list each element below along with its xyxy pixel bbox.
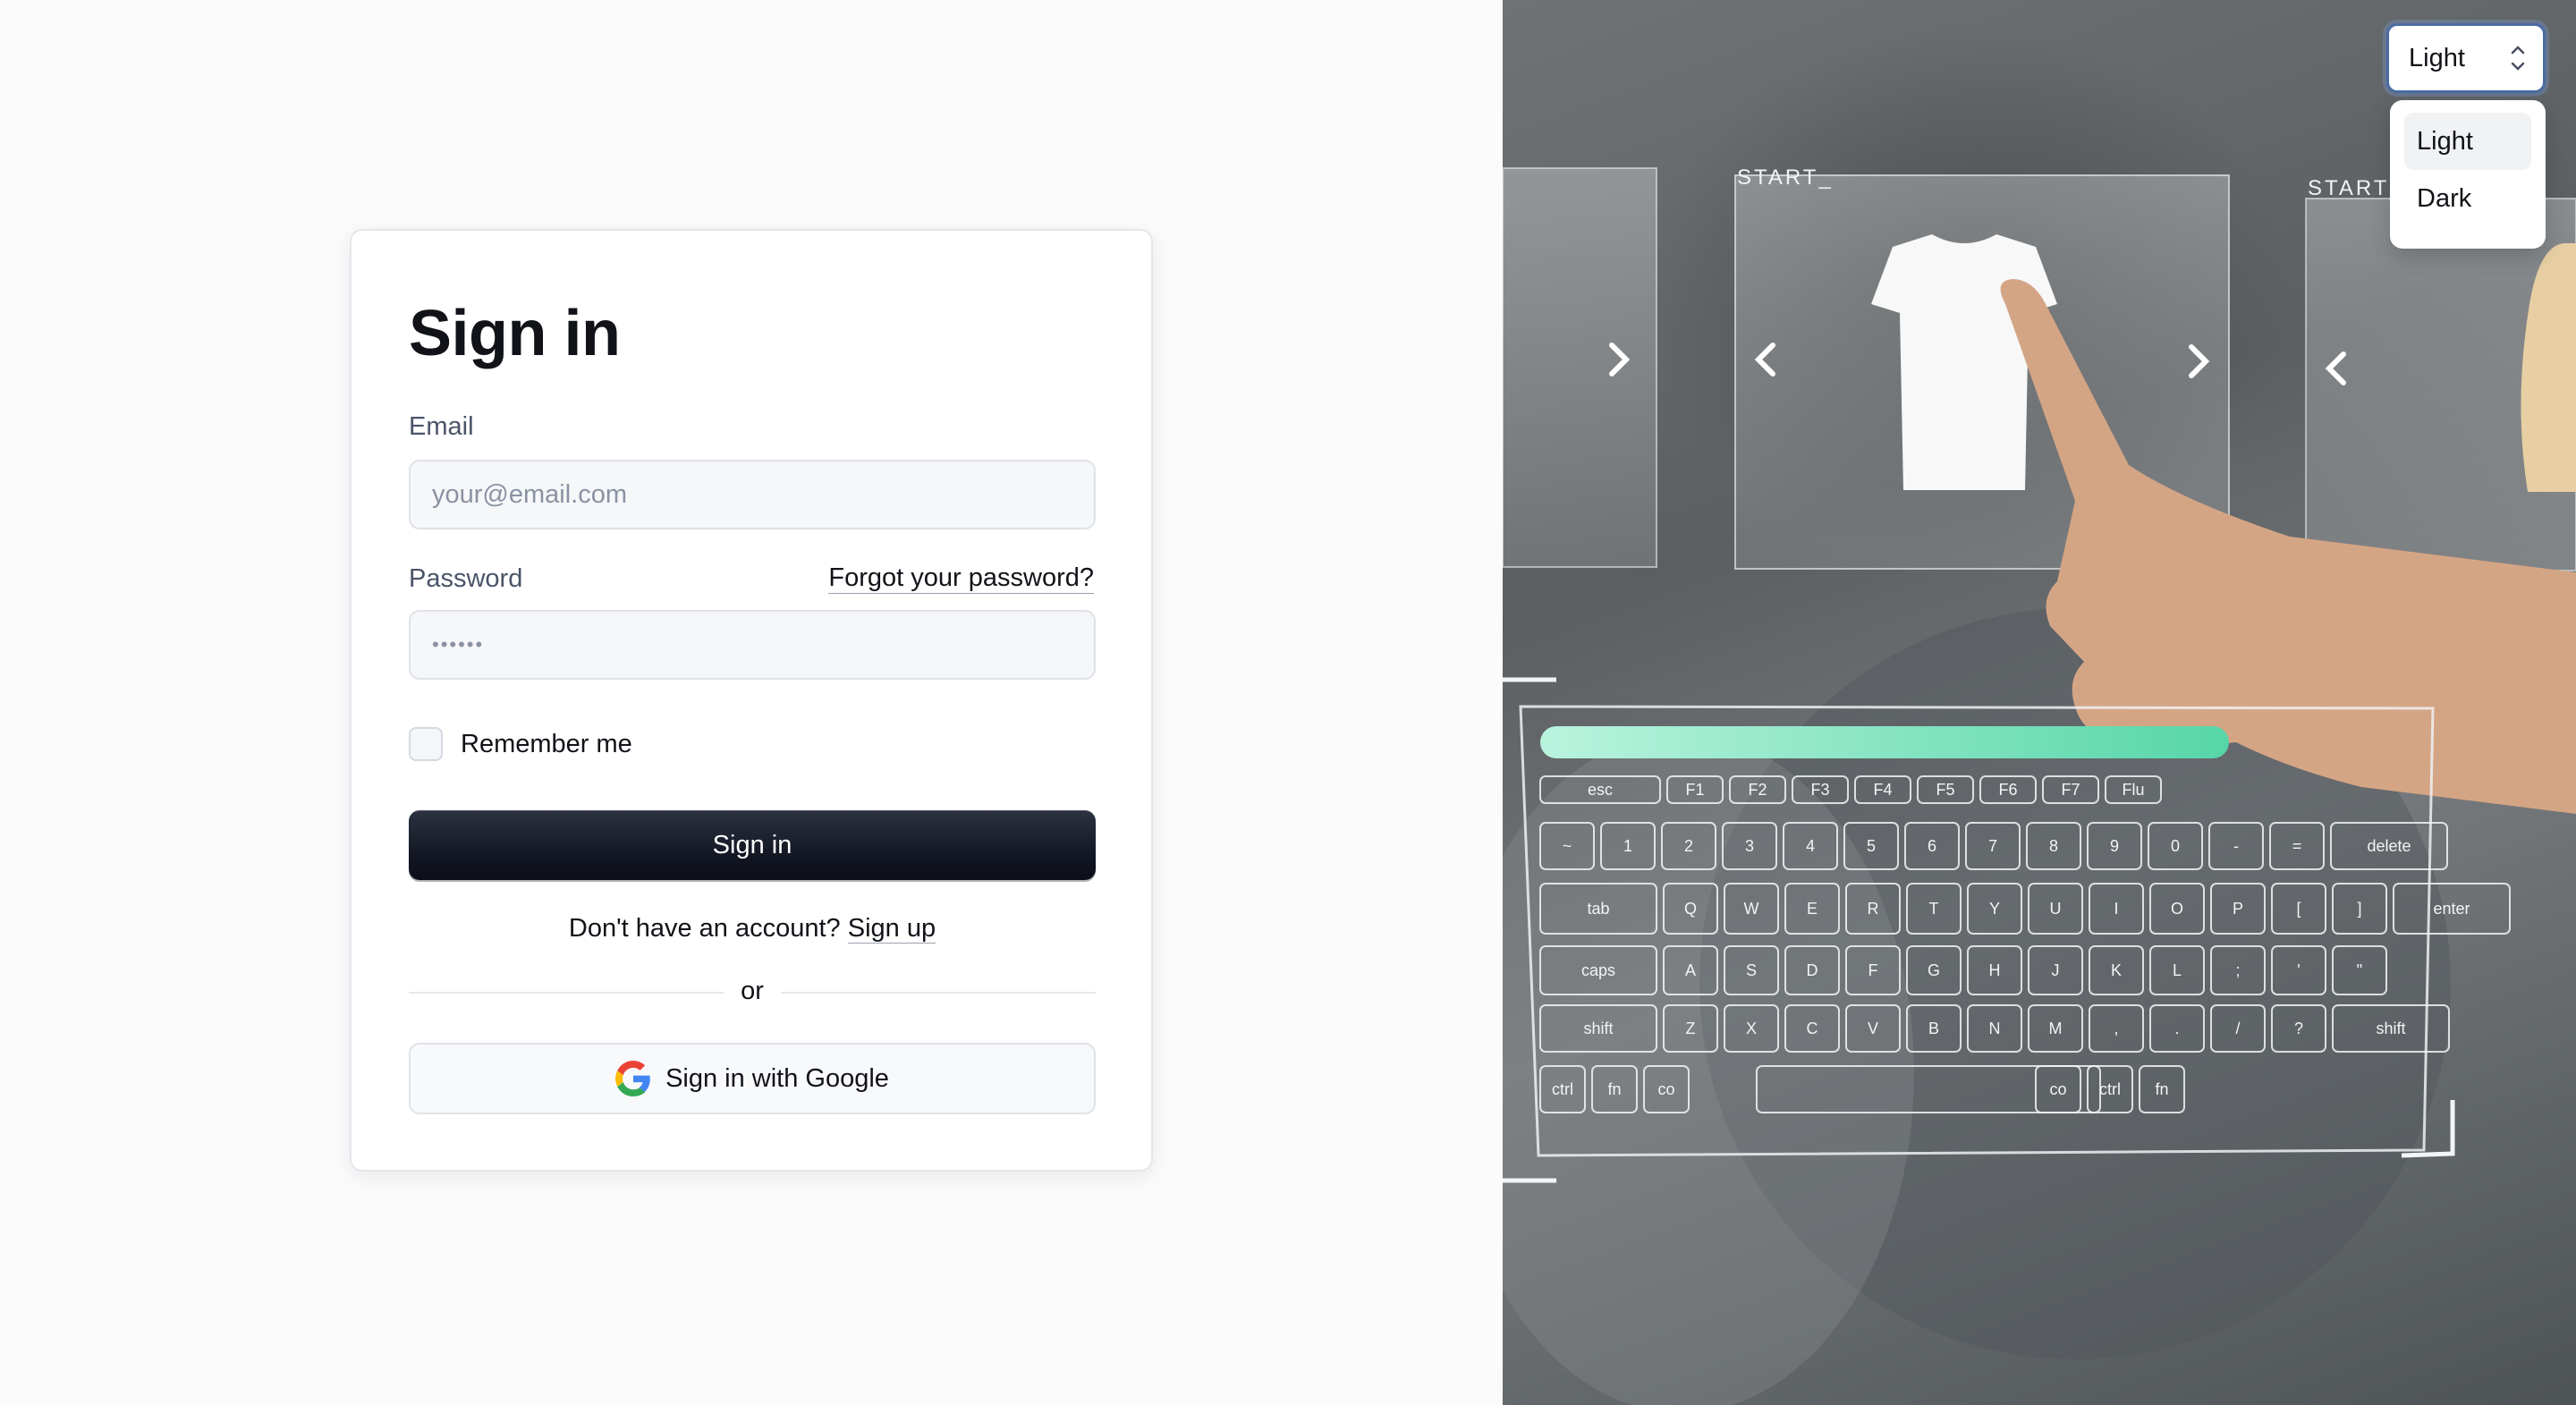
keyboard-key-label: A (1685, 961, 1696, 979)
keyboard-key-label: S (1746, 961, 1757, 979)
keyboard-key-label: 0 (2171, 837, 2180, 855)
keyboard-key-label: F5 (1936, 781, 1954, 799)
sign-in-button[interactable]: Sign in (409, 810, 1096, 880)
keyboard-key-label: L (2173, 961, 2182, 979)
chevron-up-down-icon (2511, 46, 2525, 71)
keyboard-key-label: N (1989, 1020, 2001, 1037)
email-placeholder: your@email.com (432, 479, 627, 509)
theme-select[interactable]: Light (2386, 23, 2546, 93)
keyboard-key-label: 2 (1684, 837, 1693, 855)
password-field[interactable]: •••••• (409, 610, 1096, 680)
keyboard-key-label: ; (2235, 961, 2240, 979)
keyboard-key-label: G (1928, 961, 1940, 979)
keyboard-key-label: 7 (1988, 837, 1997, 855)
keyboard-key-label: F1 (1685, 781, 1704, 799)
login-pane: Sign in Email your@email.com Password Fo… (0, 0, 1503, 1405)
keyboard-key-label: F4 (1873, 781, 1892, 799)
keyboard-key-label: F3 (1810, 781, 1829, 799)
email-field[interactable]: your@email.com (409, 460, 1096, 529)
keyboard-key-label: K (2111, 961, 2122, 979)
keyboard-key-label: I (2114, 900, 2118, 918)
keyboard-key-label: / (2235, 1020, 2240, 1037)
sign-up-link[interactable]: Sign up (847, 914, 936, 944)
keyboard-key-label: 1 (1623, 837, 1632, 855)
keyboard-key-label: co (2049, 1080, 2066, 1098)
keyboard-key-label: esc (1588, 781, 1613, 799)
panel-caption-center: START_ (1737, 165, 1834, 190)
keyboard-key-label: co (1657, 1080, 1674, 1098)
theme-select-value: Light (2409, 43, 2465, 72)
keyboard-key-label: ctrl (2099, 1080, 2121, 1098)
keyboard-key-label: W (1744, 900, 1759, 918)
keyboard-key-label: caps (1581, 961, 1615, 979)
keyboard-key-label: Y (1989, 900, 2000, 918)
keyboard-key-label: shift (2376, 1020, 2405, 1037)
theme-dropdown-menu: Light Dark (2390, 100, 2546, 249)
signin-card: Sign in Email your@email.com Password Fo… (350, 229, 1153, 1172)
keyboard-key-label: ~ (1563, 837, 1572, 855)
keyboard-key-label: 9 (2110, 837, 2119, 855)
page-title: Sign in (409, 298, 621, 369)
forgot-password-link[interactable]: Forgot your password? (828, 563, 1094, 594)
product-panel-left (1503, 167, 1657, 568)
keyboard-key-label: J (2052, 961, 2060, 979)
keyboard-key-label: F2 (1748, 781, 1767, 799)
keyboard-key-label: X (1746, 1020, 1757, 1037)
keyboard-key-label: C (1807, 1020, 1818, 1037)
keyboard-key-label: ctrl (1552, 1080, 1573, 1098)
keyboard-key-label: Q (1684, 900, 1697, 918)
keyboard-key-label: U (2050, 900, 2062, 918)
keyboard-key-label: 8 (2049, 837, 2058, 855)
keyboard-key-label: F7 (2061, 781, 2080, 799)
keyboard-key-label: R (1868, 900, 1879, 918)
keyboard-key-label: 5 (1867, 837, 1876, 855)
remember-me-label: Remember me (461, 730, 632, 758)
keyboard-key-label: F (1868, 961, 1878, 979)
keyboard-key-label: 3 (1745, 837, 1754, 855)
or-divider: or (409, 975, 1096, 1011)
keyboard-key-label: V (1868, 1020, 1878, 1037)
keyboard-key-label: [ (2296, 900, 2301, 918)
no-account-text: Don't have an account? (568, 914, 841, 943)
keyboard-key-label: Z (1686, 1020, 1696, 1037)
keyboard-glow-bar (1540, 726, 2229, 758)
keyboard-key-label: 4 (1806, 837, 1815, 855)
keyboard-key-label: , (2114, 1020, 2118, 1037)
keyboard-key-label: = (2292, 837, 2302, 855)
keyboard-key-label: ? (2294, 1020, 2303, 1037)
keyboard-key-label: fn (1607, 1080, 1621, 1098)
keyboard-key-label: " (2357, 961, 2362, 979)
keyboard-key-label: shift (1583, 1020, 1613, 1037)
keyboard-key-label: H (1989, 961, 2001, 979)
keyboard-key-label: Flu (2122, 781, 2144, 799)
keyboard-key-label: B (1928, 1020, 1939, 1037)
theme-option-dark[interactable]: Dark (2404, 170, 2531, 227)
divider-text: or (741, 977, 764, 1005)
keyboard-key-label: T (1929, 900, 1939, 918)
keyboard-key-label: P (2233, 900, 2243, 918)
keyboard-key-label: enter (2433, 900, 2470, 918)
keyboard-key-label: M (2049, 1020, 2063, 1037)
signup-prompt: Don't have an account? Sign up (409, 914, 1096, 944)
password-label: Password (409, 564, 523, 593)
password-placeholder: •••••• (432, 633, 485, 656)
theme-option-light[interactable]: Light (2404, 113, 2531, 170)
keyboard-key-label: delete (2367, 837, 2411, 855)
keyboard-key-label: ' (2297, 961, 2300, 979)
google-signin-button[interactable]: Sign in with Google (409, 1043, 1096, 1114)
keyboard-key-label: fn (2155, 1080, 2168, 1098)
keyboard-key-label: 6 (1928, 837, 1936, 855)
keyboard-key-label: - (2233, 837, 2239, 855)
google-button-label: Sign in with Google (665, 1063, 889, 1093)
keyboard-key-label: O (2171, 900, 2183, 918)
keyboard-key-label: . (2174, 1020, 2179, 1037)
keyboard-key-label: ] (2357, 900, 2361, 918)
keyboard-key-label: tab (1587, 900, 1609, 918)
keyboard-key-label: D (1807, 961, 1818, 979)
keyboard-key-label: F6 (1998, 781, 2017, 799)
email-label: Email (409, 412, 474, 441)
remember-me-checkbox[interactable] (409, 727, 443, 761)
keyboard-key-label: E (1807, 900, 1818, 918)
google-icon (615, 1061, 650, 1096)
